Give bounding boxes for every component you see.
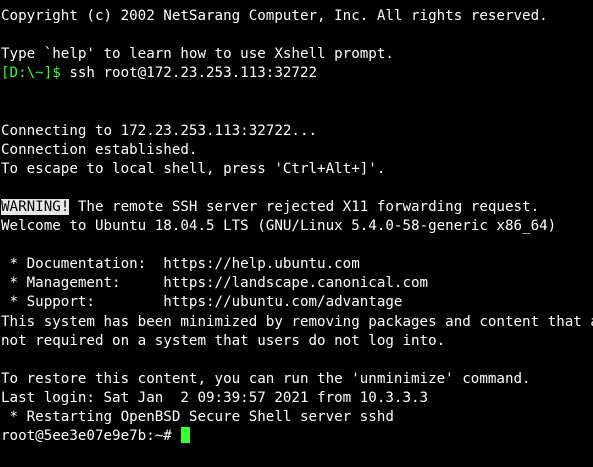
copyright-line: Copyright (c) 2002 NetSarang Computer, I…	[1, 8, 548, 24]
restarting-line: * Restarting OpenBSD Secure Shell server…	[1, 408, 394, 425]
help-hint-line: Type `help' to learn how to use Xshell p…	[1, 46, 394, 63]
restore-hint-line: To restore this content, you can run the…	[1, 370, 531, 387]
remote-prompt-line[interactable]: root@5ee3e07e9e7b:~#	[1, 427, 593, 446]
warning-badge: WARNING!	[1, 198, 70, 215]
local-prompt: [D:\~]$	[1, 65, 61, 82]
warning-line: WARNING! The remote SSH server rejected …	[1, 198, 593, 217]
local-command-line: [D:\~]$ ssh root@172.23.253.113:32722	[1, 64, 593, 83]
terminal-window[interactable]: Copyright (c) 2002 NetSarang Computer, I…	[0, 0, 593, 467]
welcome-line: Welcome to Ubuntu 18.04.5 LTS (GNU/Linux…	[1, 218, 557, 235]
minimized-line-1: This system has been minimized by removi…	[1, 313, 593, 330]
remote-prompt: root@5ee3e07e9e7b:~#	[1, 428, 181, 445]
local-command: ssh root@172.23.253.113:32722	[60, 65, 318, 82]
warning-text: The remote SSH server rejected X11 forwa…	[69, 198, 540, 215]
minimized-line-2: not required on a system that users do n…	[1, 332, 446, 349]
support-line: * Support: https://ubuntu.com/advantage	[1, 294, 403, 311]
management-line: * Management: https://landscape.canonica…	[1, 275, 429, 292]
documentation-line: * Documentation: https://help.ubuntu.com	[1, 256, 360, 273]
established-line: Connection established.	[1, 141, 198, 158]
escape-hint-line: To escape to local shell, press 'Ctrl+Al…	[1, 160, 386, 177]
connecting-line: Connecting to 172.23.253.113:32722...	[1, 122, 318, 139]
terminal-cursor[interactable]	[181, 427, 191, 444]
last-login-line: Last login: Sat Jan 2 09:39:57 2021 from…	[1, 389, 429, 406]
